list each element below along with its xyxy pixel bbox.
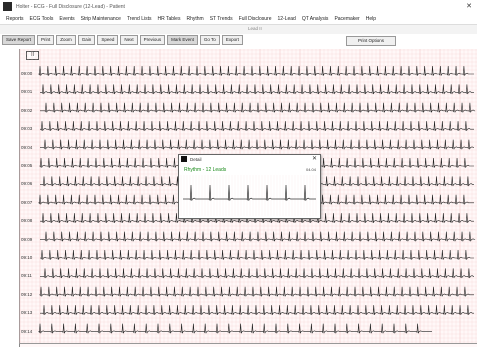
time-label: 09:08 xyxy=(21,218,33,224)
time-label: 09:02 xyxy=(21,107,33,113)
ecg-trace-row xyxy=(40,102,476,113)
time-label: 09:05 xyxy=(21,163,33,168)
popup-close-icon[interactable]: ✕ xyxy=(312,155,317,163)
popup-trace xyxy=(180,175,317,216)
time-label: 09:13 xyxy=(21,310,33,316)
ecg-trace-row xyxy=(40,139,474,150)
time-label: 09:04 xyxy=(21,144,33,150)
beat-preview-popup[interactable]: Detail ✕ Rhythm - 12 Leads 04.04 xyxy=(178,154,321,219)
ecg-trace-row xyxy=(40,84,474,95)
time-label: 09:09 xyxy=(21,236,33,242)
popup-title: Detail xyxy=(190,156,202,162)
time-label: 09:03 xyxy=(21,126,33,132)
ecg-trace-row xyxy=(39,286,474,297)
popup-app-icon xyxy=(181,156,187,162)
time-label: 09:11 xyxy=(21,273,32,279)
time-label: 09:14 xyxy=(21,328,33,334)
popup-lead-label: Rhythm - 12 Leads xyxy=(184,167,227,173)
popup-ecg-trace xyxy=(183,184,316,201)
popup-title-bar[interactable]: Detail ✕ xyxy=(179,155,320,163)
ecg-trace-row xyxy=(40,249,474,260)
time-label: 09:12 xyxy=(21,291,33,297)
ecg-trace-row xyxy=(40,268,474,279)
time-label: 09:00 xyxy=(21,71,33,76)
popup-value: 04.04 xyxy=(305,167,316,172)
time-label: 09:10 xyxy=(21,255,33,260)
time-label: 09:06 xyxy=(21,181,33,187)
time-label: 09:01 xyxy=(21,89,33,95)
time-label: 09:07 xyxy=(21,199,33,205)
bottom-border xyxy=(19,343,477,344)
ecg-trace-row xyxy=(40,231,476,242)
ecg-trace-row xyxy=(38,323,432,334)
